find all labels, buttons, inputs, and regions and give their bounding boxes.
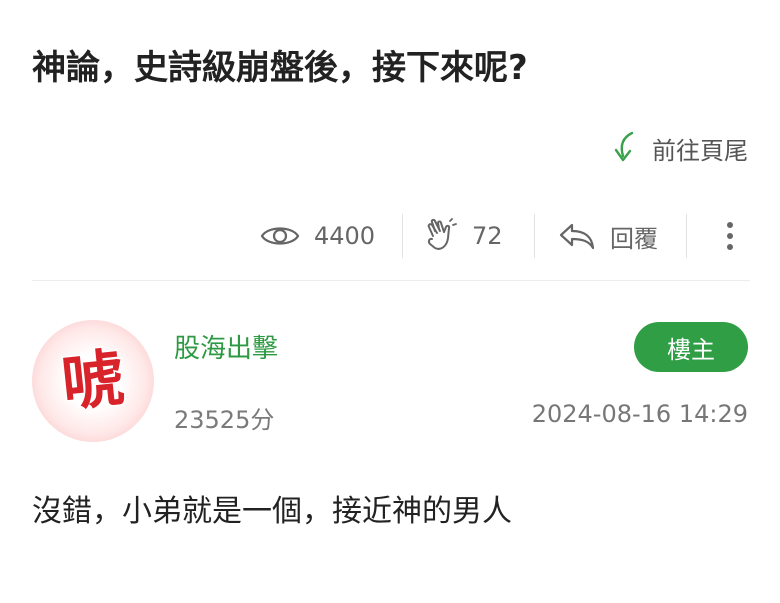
avatar-image: 唬	[57, 339, 129, 421]
stats-divider	[686, 214, 687, 258]
author-name[interactable]: 股海出擊	[174, 328, 278, 365]
stats-divider	[534, 214, 535, 258]
arrow-down-curved-icon	[614, 131, 634, 162]
eye-icon	[260, 227, 300, 245]
views-counter: 4400	[260, 206, 375, 266]
avatar[interactable]: 唬	[32, 320, 154, 442]
post-timestamp: 2024-08-16 14:29	[531, 400, 748, 428]
author-score: 23525分	[174, 406, 275, 434]
divider	[32, 280, 750, 281]
goto-bottom-link[interactable]: 前往頁尾	[610, 128, 748, 168]
goto-bottom-label: 前往頁尾	[652, 136, 748, 165]
post-title: 神論，史詩級崩盤後，接下來呢?	[32, 48, 528, 88]
op-badge: 樓主	[634, 322, 748, 372]
reply-label: 回覆	[610, 224, 658, 253]
post-content: 沒錯，小弟就是一個，接近神的男人	[32, 494, 512, 529]
likes-count: 72	[472, 222, 503, 250]
more-vertical-icon	[727, 222, 733, 250]
stats-divider	[402, 214, 403, 258]
post-stats-bar: 4400 72 回覆	[0, 206, 780, 266]
views-count: 4400	[314, 222, 376, 250]
reply-arrow-icon	[559, 223, 595, 250]
like-button[interactable]: 72	[424, 206, 503, 266]
avatar-glyph: 唬	[58, 341, 127, 420]
more-options-button[interactable]	[712, 214, 748, 258]
reply-button[interactable]: 回覆	[558, 206, 658, 266]
clap-icon	[427, 218, 457, 250]
